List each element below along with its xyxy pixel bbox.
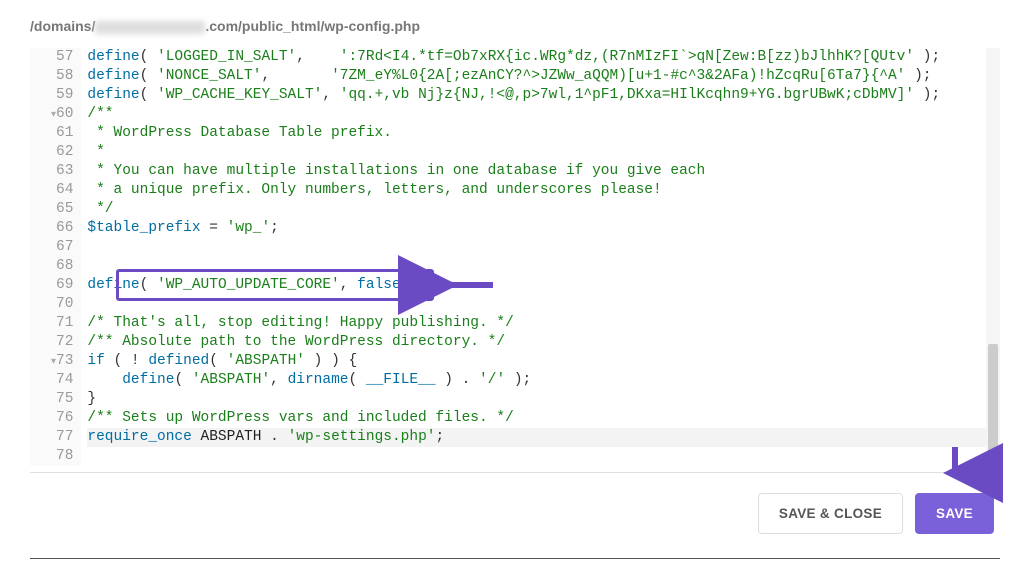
line-number-gutter: 575859▾60616263646566676869707172▾737475… xyxy=(30,48,81,466)
code-editor[interactable]: 575859▾60616263646566676869707172▾737475… xyxy=(30,48,1000,473)
code-line[interactable]: define( 'ABSPATH', dirname( __FILE__ ) .… xyxy=(87,371,1000,390)
breadcrumb-suffix: .com/public_html/wp-config.php xyxy=(205,18,420,34)
line-number: ▾73 xyxy=(48,352,73,371)
code-line[interactable]: define( 'LOGGED_IN_SALT', ':7Rd<I4.*tf=O… xyxy=(87,48,1000,67)
line-number: 77 xyxy=(48,428,73,447)
code-line[interactable] xyxy=(87,257,1000,276)
line-number: 58 xyxy=(48,67,73,86)
code-line[interactable] xyxy=(87,238,1000,257)
line-number: 64 xyxy=(48,181,73,200)
line-number: 78 xyxy=(48,447,73,466)
code-line[interactable]: */ xyxy=(87,200,1000,219)
breadcrumb-prefix: /domains/ xyxy=(30,18,95,34)
line-number: 72 xyxy=(48,333,73,352)
code-line[interactable]: * You can have multiple installations in… xyxy=(87,162,1000,181)
line-number: 70 xyxy=(48,295,73,314)
fold-icon[interactable]: ▾ xyxy=(48,106,56,125)
code-line[interactable]: * a unique prefix. Only numbers, letters… xyxy=(87,181,1000,200)
code-line[interactable]: require_once ABSPATH . 'wp-settings.php'… xyxy=(87,428,1000,447)
code-line[interactable]: define( 'WP_CACHE_KEY_SALT', 'qq.+,vb Nj… xyxy=(87,86,1000,105)
breadcrumb-redacted xyxy=(95,21,205,34)
line-number: ▾60 xyxy=(48,105,73,124)
code-area[interactable]: define( 'LOGGED_IN_SALT', ':7Rd<I4.*tf=O… xyxy=(81,48,1000,466)
breadcrumb: /domains/ .com/public_html/wp-config.php xyxy=(30,10,1000,48)
line-number: 68 xyxy=(48,257,73,276)
editor-scrollbar[interactable] xyxy=(986,48,1000,472)
line-number: 65 xyxy=(48,200,73,219)
line-number: 69 xyxy=(48,276,73,295)
line-number: 62 xyxy=(48,143,73,162)
code-line[interactable]: * xyxy=(87,143,1000,162)
line-number: 57 xyxy=(48,48,73,67)
line-number: 74 xyxy=(48,371,73,390)
editor-scrollbar-thumb[interactable] xyxy=(988,344,998,464)
code-line[interactable]: define( 'WP_AUTO_UPDATE_CORE', false ); xyxy=(87,276,1000,295)
line-number: 66 xyxy=(48,219,73,238)
code-line[interactable]: if ( ! defined( 'ABSPATH' ) ) { xyxy=(87,352,1000,371)
code-line[interactable] xyxy=(87,295,1000,314)
code-line[interactable]: /** xyxy=(87,105,1000,124)
code-line[interactable]: /** Absolute path to the WordPress direc… xyxy=(87,333,1000,352)
save-and-close-button[interactable]: SAVE & CLOSE xyxy=(758,493,903,534)
code-line[interactable]: } xyxy=(87,390,1000,409)
line-number: 75 xyxy=(48,390,73,409)
code-line[interactable]: /* That's all, stop editing! Happy publi… xyxy=(87,314,1000,333)
code-line[interactable]: define( 'NONCE_SALT', '7ZM_eY%L0{2A[;ezA… xyxy=(87,67,1000,86)
code-line[interactable]: $table_prefix = 'wp_'; xyxy=(87,219,1000,238)
editor-toolbar: SAVE & CLOSE SAVE xyxy=(30,473,1000,540)
line-number: 63 xyxy=(48,162,73,181)
line-number: 61 xyxy=(48,124,73,143)
footer-divider xyxy=(30,558,1000,559)
line-number: 71 xyxy=(48,314,73,333)
code-line[interactable] xyxy=(87,447,1000,466)
save-button[interactable]: SAVE xyxy=(915,493,994,534)
line-number: 76 xyxy=(48,409,73,428)
line-number: 67 xyxy=(48,238,73,257)
code-line[interactable]: /** Sets up WordPress vars and included … xyxy=(87,409,1000,428)
line-number: 59 xyxy=(48,86,73,105)
code-line[interactable]: * WordPress Database Table prefix. xyxy=(87,124,1000,143)
fold-icon[interactable]: ▾ xyxy=(48,353,56,372)
